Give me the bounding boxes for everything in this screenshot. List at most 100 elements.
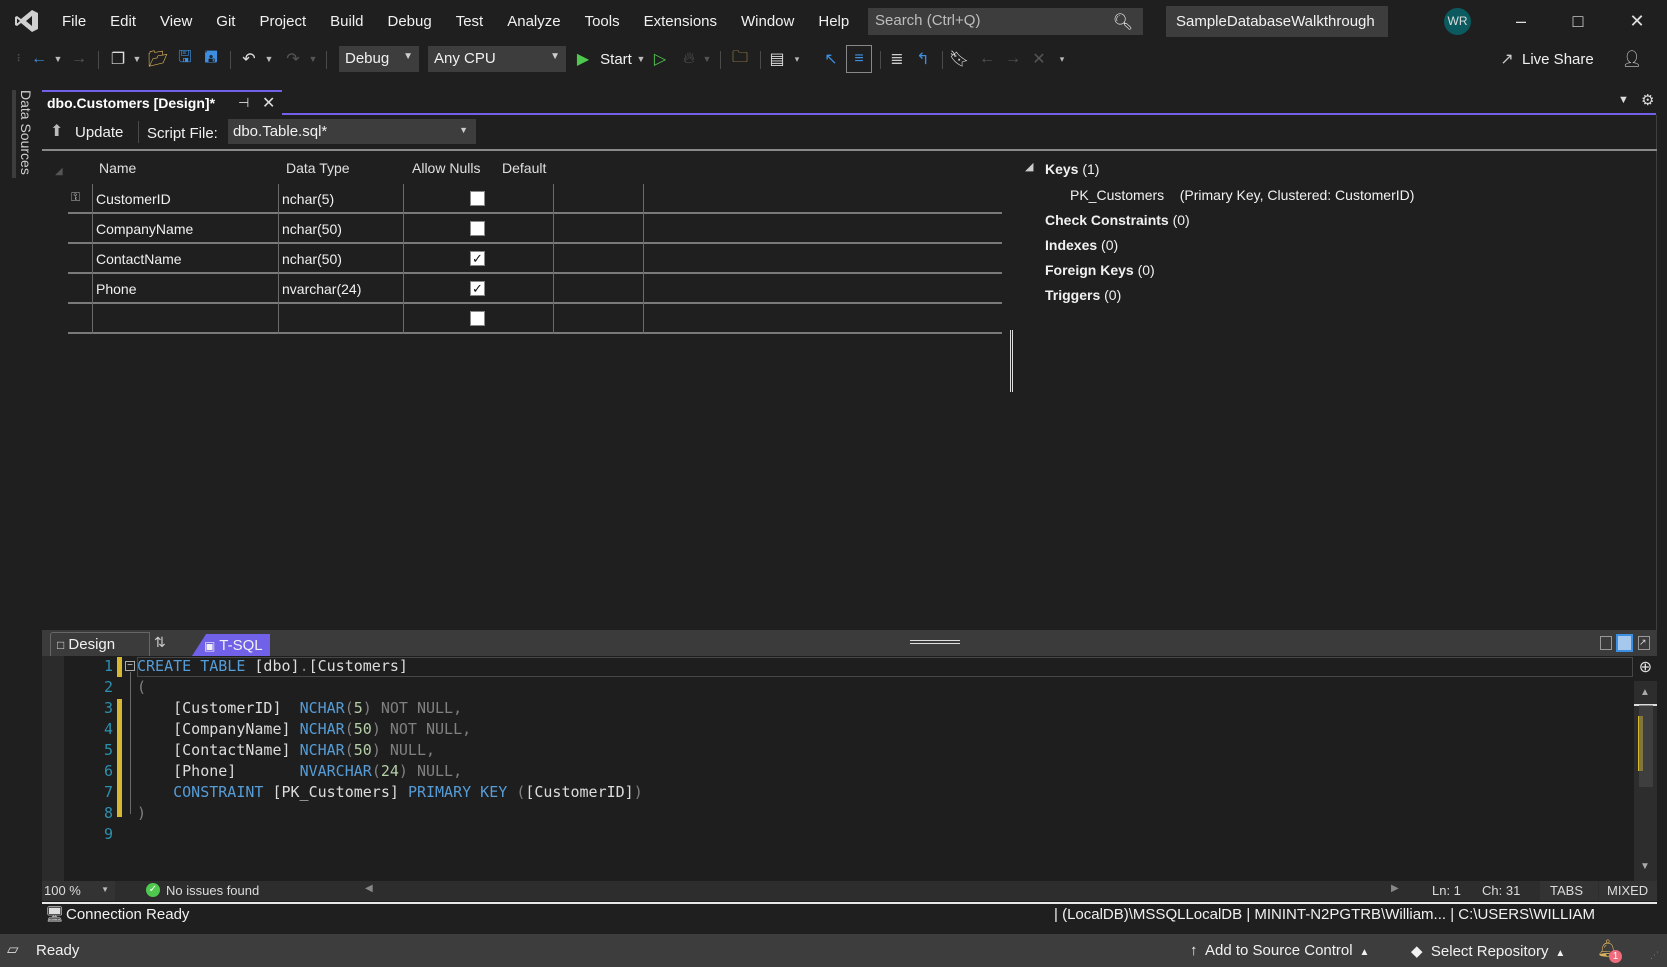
search-input[interactable]: Search (Ctrl+Q) 🔍︎ xyxy=(868,8,1143,35)
cell-data-type[interactable]: nchar(5) xyxy=(278,184,403,214)
feedback-icon[interactable]: 👤︎ xyxy=(1620,42,1644,76)
keys-node[interactable]: Keys (1) xyxy=(1045,161,1099,177)
add-to-source-control-button[interactable]: ↑ Add to Source Control ▲ xyxy=(1190,934,1369,967)
redo-dropdown-icon[interactable]: ▼ xyxy=(308,42,318,76)
start-dropdown-icon[interactable]: ▼ xyxy=(636,42,646,76)
triggers-node[interactable]: Triggers (0) xyxy=(1045,287,1121,303)
visual-studio-logo-icon[interactable] xyxy=(14,8,40,34)
table-row[interactable]: CompanyName nchar(50) xyxy=(68,214,1002,244)
cell-name[interactable]: Phone xyxy=(92,274,278,304)
overflow-dropdown-icon[interactable]: ▾ xyxy=(792,42,802,76)
resize-grip-icon[interactable]: ⋰ xyxy=(1650,950,1659,961)
column-indicator[interactable]: Ch: 31 xyxy=(1482,883,1520,898)
toolbar-overflow-icon[interactable]: ▾ xyxy=(1056,42,1068,76)
data-sources-tab[interactable]: Data Sources xyxy=(12,90,34,178)
allow-nulls-checkbox[interactable]: ✓ xyxy=(470,281,485,296)
scroll-up-icon[interactable]: ▲ xyxy=(1640,687,1650,698)
find-in-files-icon[interactable]: 🗀 xyxy=(728,42,752,76)
open-folder-icon[interactable]: 📂︎ xyxy=(146,42,170,76)
configuration-select[interactable]: Debug ▼ xyxy=(339,46,419,72)
bookmark-icon[interactable]: 🔖︎ xyxy=(948,42,970,76)
close-button[interactable]: ✕ xyxy=(1609,0,1665,42)
save-all-icon[interactable]: 🖪 xyxy=(200,42,222,76)
cell-default[interactable] xyxy=(553,214,643,244)
allow-nulls-checkbox[interactable] xyxy=(470,191,485,206)
cell-data-type[interactable]: nchar(50) xyxy=(278,244,403,274)
menu-extensions[interactable]: Extensions xyxy=(632,13,729,30)
start-without-debugging-icon[interactable]: ▷ xyxy=(650,42,670,76)
tab-tsql[interactable]: ▣ T-SQL xyxy=(192,634,270,656)
select-repository-button[interactable]: ◆ Select Repository ▲ xyxy=(1411,934,1565,967)
cell-allow-nulls[interactable] xyxy=(403,214,553,244)
indentation-indicator[interactable]: TABS xyxy=(1540,881,1598,901)
cell-name[interactable] xyxy=(92,304,278,334)
undo-icon[interactable]: ↶ xyxy=(238,42,260,76)
document-tab[interactable]: dbo.Customers [Design]* ⊣ ✕ xyxy=(42,90,282,115)
cell-default[interactable] xyxy=(553,244,643,274)
indexes-node[interactable]: Indexes (0) xyxy=(1045,237,1118,253)
hot-reload-dropdown-icon[interactable]: ▼ xyxy=(702,42,712,76)
cell-default[interactable] xyxy=(553,184,643,214)
gear-icon[interactable]: ⚙ xyxy=(1641,91,1654,109)
maximize-button[interactable]: □ xyxy=(1550,0,1606,42)
column-header-allow-nulls[interactable]: Allow Nulls xyxy=(412,160,480,176)
scroll-right-icon[interactable]: ▶ xyxy=(1391,883,1399,894)
new-project-icon[interactable]: ❐ xyxy=(106,42,130,76)
allow-nulls-checkbox[interactable] xyxy=(470,221,485,236)
menu-tools[interactable]: Tools xyxy=(573,13,632,30)
browser-link-icon[interactable]: ▤ xyxy=(766,42,788,76)
new-project-dropdown-icon[interactable]: ▼ xyxy=(132,42,142,76)
cell-name[interactable]: CompanyName xyxy=(92,214,278,244)
zoom-select[interactable]: 100 % ▼ xyxy=(42,881,115,901)
tab-list-dropdown-icon[interactable]: ▼ xyxy=(1618,94,1629,106)
update-arrow-icon[interactable]: ⬆ xyxy=(50,121,63,141)
editor-vertical-scrollbar[interactable]: ⊕ ▲ ▼ xyxy=(1634,657,1657,881)
horizontal-split-icon[interactable] xyxy=(1616,634,1633,652)
cell-allow-nulls[interactable]: ✓ xyxy=(403,244,553,274)
uncomment-lines-icon[interactable]: ↰ xyxy=(912,42,934,76)
menu-help[interactable]: Help xyxy=(806,13,861,30)
column-header-name[interactable]: Name xyxy=(99,160,136,176)
menu-window[interactable]: Window xyxy=(729,13,806,30)
save-icon[interactable]: 🖫 xyxy=(174,42,196,76)
avatar[interactable]: WR xyxy=(1444,8,1471,35)
cell-allow-nulls[interactable] xyxy=(403,184,553,214)
cell-allow-nulls[interactable] xyxy=(403,304,553,334)
clear-bookmarks-icon[interactable]: ✕ xyxy=(1028,42,1050,76)
minimize-button[interactable]: – xyxy=(1493,0,1549,42)
pin-tab-icon[interactable]: ⊣ xyxy=(238,95,249,111)
platform-select[interactable]: Any CPU ▼ xyxy=(428,46,566,72)
menu-project[interactable]: Project xyxy=(247,13,318,30)
table-row[interactable] xyxy=(68,304,1002,334)
back-dropdown-icon[interactable]: ▼ xyxy=(52,42,64,76)
check-constraints-node[interactable]: Check Constraints (0) xyxy=(1045,212,1190,228)
split-editor-icon[interactable]: ⊕ xyxy=(1634,657,1657,681)
line-endings-indicator[interactable]: MIXED xyxy=(1599,881,1657,901)
swap-panes-icon[interactable]: ⇅ xyxy=(154,634,166,651)
scroll-thumb[interactable] xyxy=(1639,705,1653,787)
comment-lines-icon[interactable]: ≣ xyxy=(886,42,908,76)
hot-reload-icon[interactable]: 🔥︎ xyxy=(678,42,700,76)
cell-data-type[interactable]: nvarchar(24) xyxy=(278,274,403,304)
cell-name[interactable]: CustomerID xyxy=(92,184,278,214)
column-header-default[interactable]: Default xyxy=(502,160,546,176)
menu-debug[interactable]: Debug xyxy=(376,13,444,30)
previous-bookmark-icon[interactable]: ← xyxy=(976,42,998,76)
undo-dropdown-icon[interactable]: ▼ xyxy=(264,42,274,76)
cell-default[interactable] xyxy=(553,274,643,304)
toolbar-grip-icon[interactable]: ⠇ xyxy=(16,42,24,76)
collapse-region-icon[interactable]: − xyxy=(125,661,135,671)
menu-test[interactable]: Test xyxy=(444,13,496,30)
menu-view[interactable]: View xyxy=(148,13,204,30)
table-row[interactable]: ContactName nchar(50) ✓ xyxy=(68,244,1002,274)
menu-analyze[interactable]: Analyze xyxy=(495,13,572,30)
cell-data-type[interactable] xyxy=(278,304,403,334)
pane-resize-grip[interactable] xyxy=(910,640,960,644)
allow-nulls-checkbox[interactable] xyxy=(470,311,485,326)
table-row[interactable]: Phone nvarchar(24) ✓ xyxy=(68,274,1002,304)
select-all-corner-icon[interactable]: ◢ xyxy=(55,166,63,177)
navigate-forward-icon[interactable]: → xyxy=(68,42,90,76)
live-share-button[interactable]: Live Share xyxy=(1522,42,1602,76)
tab-design[interactable]: □ Design xyxy=(50,632,150,656)
menu-file[interactable]: File xyxy=(50,13,98,30)
